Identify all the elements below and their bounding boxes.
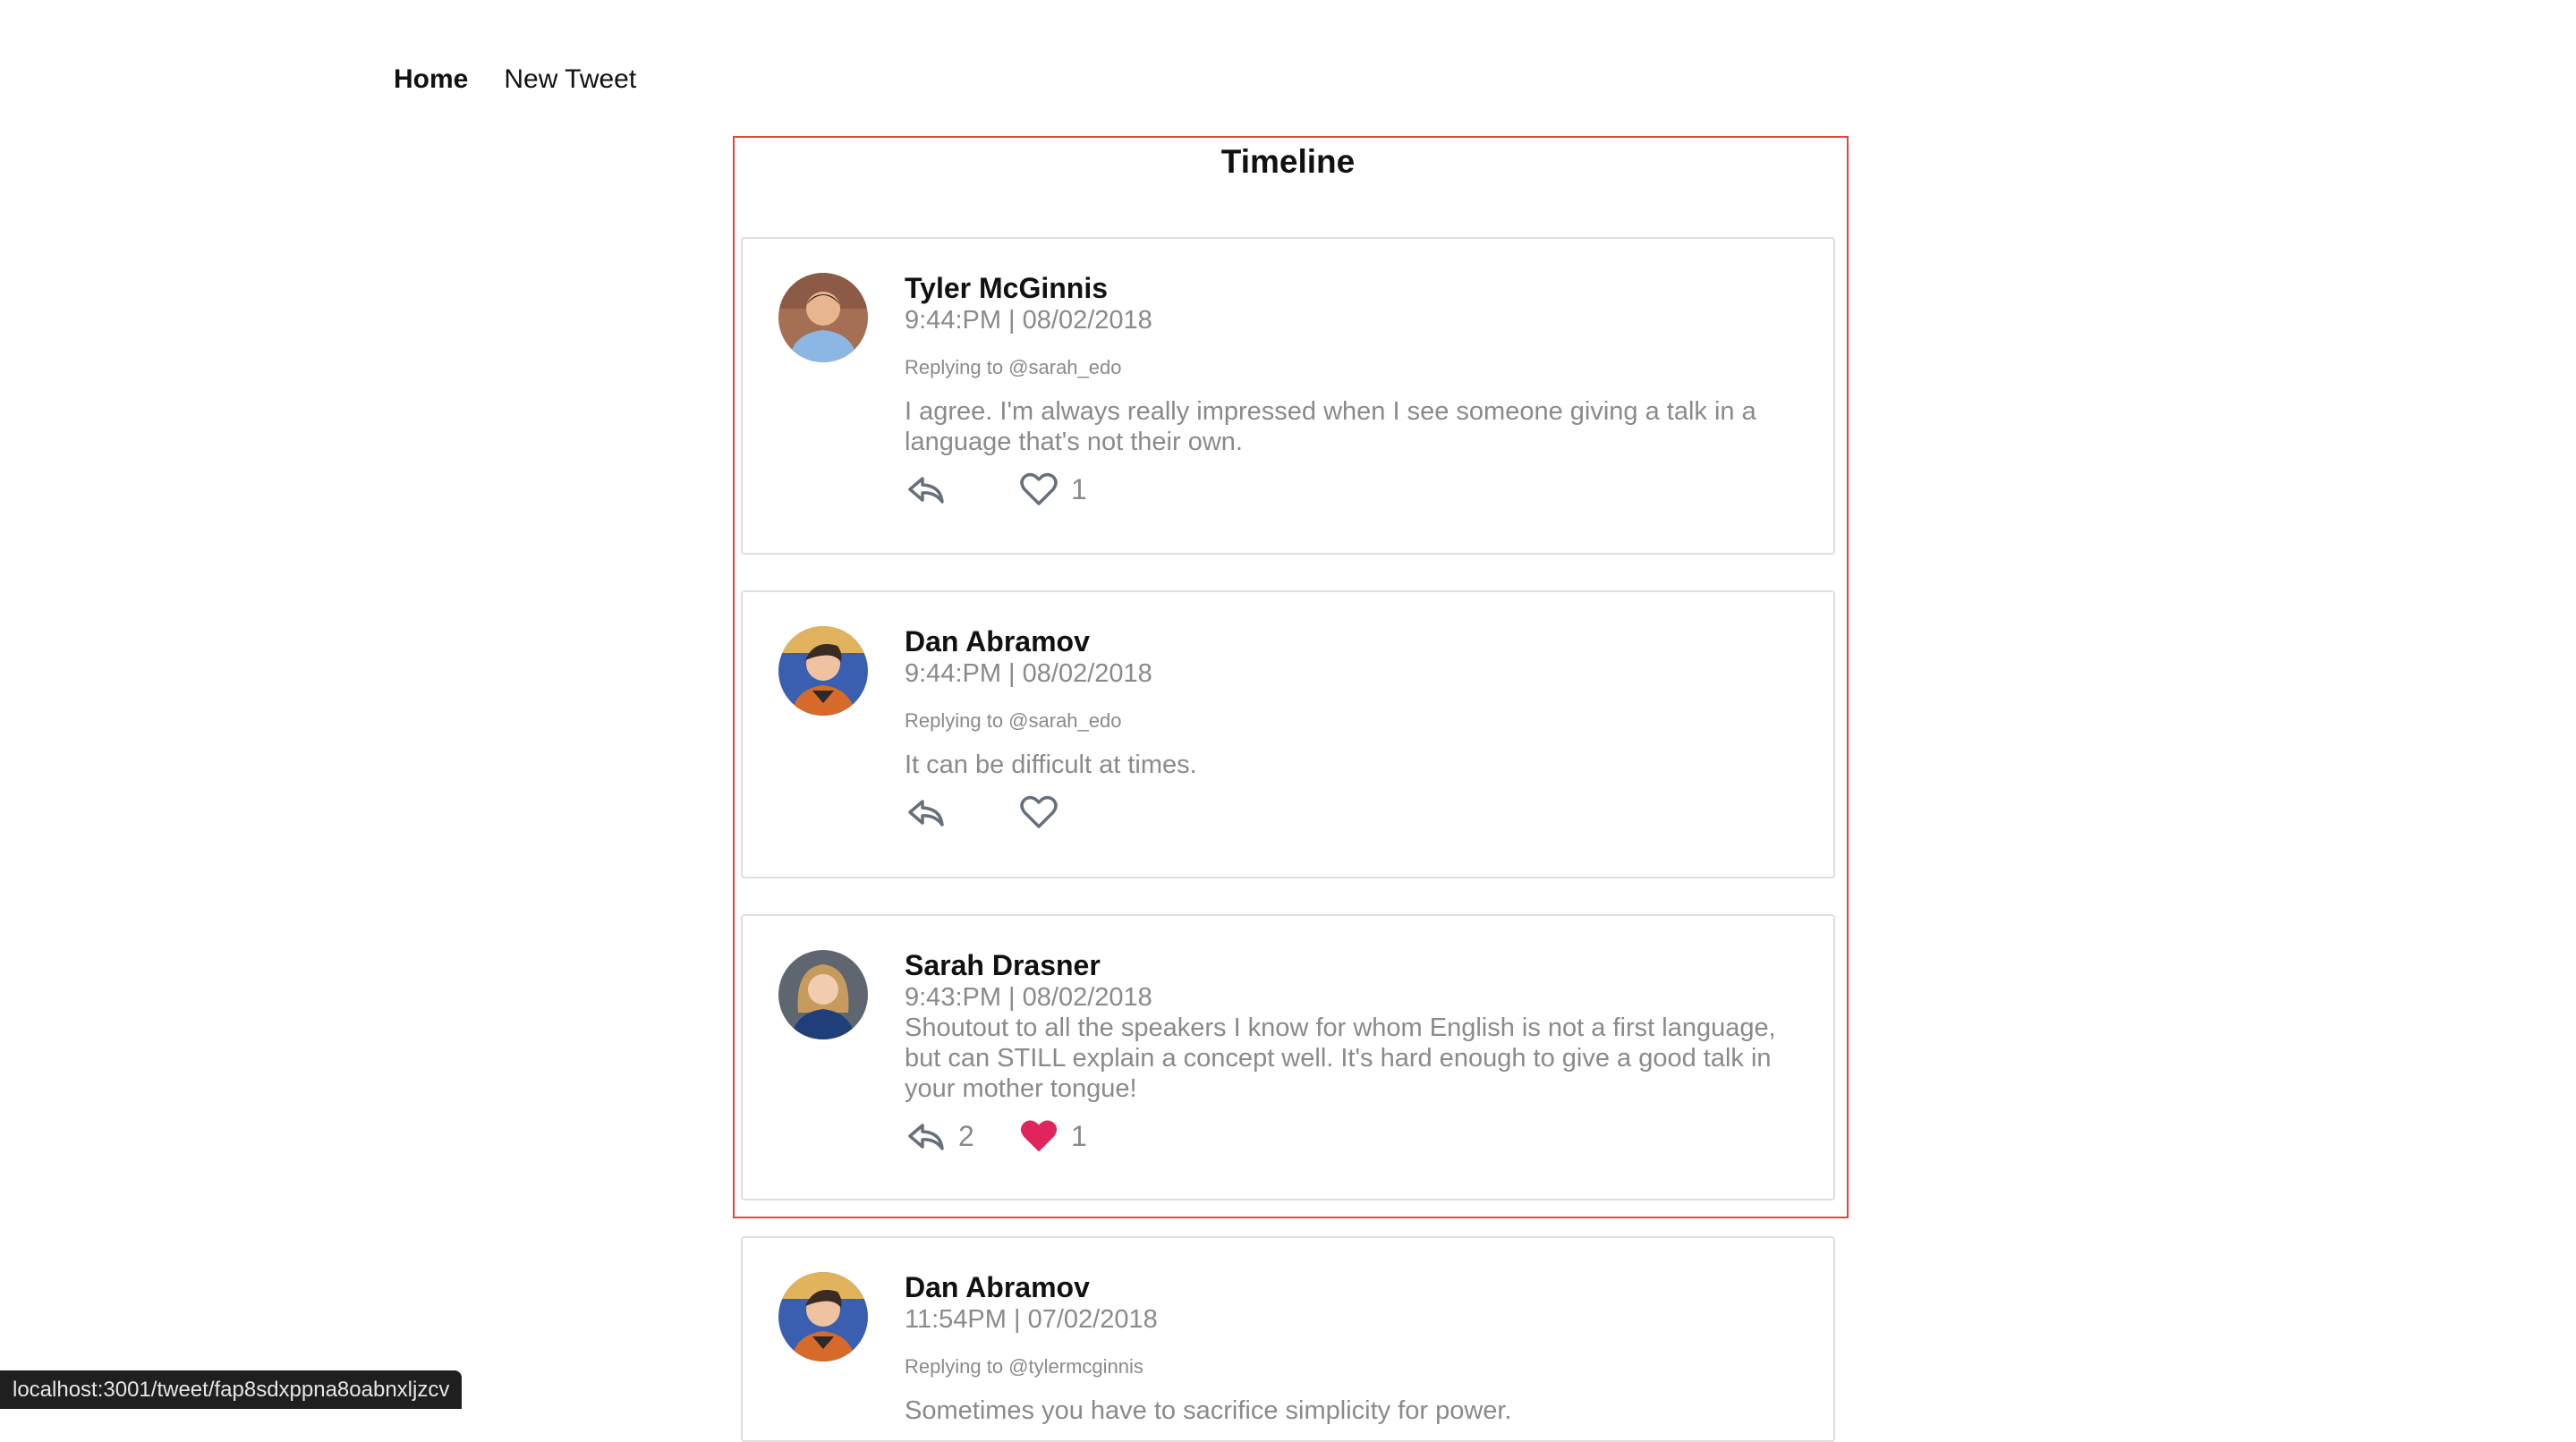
- like-count: 1: [1071, 472, 1087, 505]
- tweet-card[interactable]: Dan Abramov 9:44:PM | 08/02/2018 Replyin…: [741, 590, 1835, 878]
- tweet-timestamp: 9:43:PM | 08/02/2018: [905, 983, 1152, 1012]
- link-hover-status-bar: localhost:3001/tweet/fap8sdxppna8oabnxlj…: [0, 1370, 463, 1409]
- tweet-timestamp: 9:44:PM | 08/02/2018: [905, 306, 1152, 335]
- tweet-card[interactable]: Tyler McGinnis 9:44:PM | 08/02/2018 Repl…: [741, 237, 1835, 555]
- avatar: [778, 950, 868, 1039]
- tweet-actions: 1: [905, 468, 1789, 511]
- reply-arrow-icon[interactable]: [905, 1115, 948, 1158]
- tweet-replying-to[interactable]: Replying to @tylermcginnis: [905, 1354, 1789, 1379]
- like-count: 1: [1071, 1119, 1087, 1152]
- tweet-author: Dan Abramov: [905, 1271, 1090, 1303]
- reply-arrow-icon[interactable]: [905, 468, 948, 511]
- nav-new-tweet-link[interactable]: New Tweet: [504, 64, 636, 95]
- avatar: [778, 1272, 868, 1361]
- timeline-title: Timeline: [1220, 143, 1356, 180]
- avatar-sarah-image: [778, 950, 868, 1039]
- tweet-text: I agree. I'm always really impressed whe…: [905, 397, 1756, 456]
- tweet-card[interactable]: Dan Abramov 11:54PM | 07/02/2018 Replyin…: [741, 1236, 1835, 1442]
- heart-outline-icon[interactable]: [1017, 791, 1060, 834]
- tweet-author: Dan Abramov: [905, 625, 1090, 657]
- reply-count: 2: [958, 1119, 974, 1152]
- tweet-timestamp: 9:44:PM | 08/02/2018: [905, 659, 1152, 688]
- avatar-dan-image: [778, 1272, 868, 1361]
- nav-home-link[interactable]: Home: [394, 64, 468, 95]
- tweet-author: Tyler McGinnis: [905, 272, 1109, 304]
- reply-arrow-icon[interactable]: [905, 791, 948, 834]
- tweet-actions: 2 1: [905, 1115, 1789, 1158]
- heart-outline-icon[interactable]: [1017, 468, 1060, 511]
- tweet-text: It can be difficult at times.: [905, 751, 1197, 779]
- heart-filled-icon[interactable]: [1017, 1115, 1060, 1158]
- tweet-timestamp: 11:54PM | 07/02/2018: [905, 1305, 1158, 1334]
- tweet-author: Sarah Drasner: [905, 949, 1101, 981]
- tweet-text: Sometimes you have to sacrifice simplici…: [905, 1396, 1512, 1425]
- avatar: [778, 273, 868, 362]
- avatar-dan-image: [778, 626, 868, 716]
- tweet-replying-to[interactable]: Replying to @sarah_edo: [905, 355, 1789, 380]
- avatar: [778, 626, 868, 716]
- tweet-replying-to[interactable]: Replying to @sarah_edo: [905, 708, 1789, 734]
- tweet-actions: [905, 791, 1789, 834]
- tweet-card[interactable]: Sarah Drasner 9:43:PM | 08/02/2018 Shout…: [741, 914, 1835, 1200]
- avatar-tyler-image: [778, 273, 868, 362]
- top-nav: Home New Tweet: [394, 59, 636, 100]
- tweet-text: Shoutout to all the speakers I know for …: [905, 1014, 1776, 1103]
